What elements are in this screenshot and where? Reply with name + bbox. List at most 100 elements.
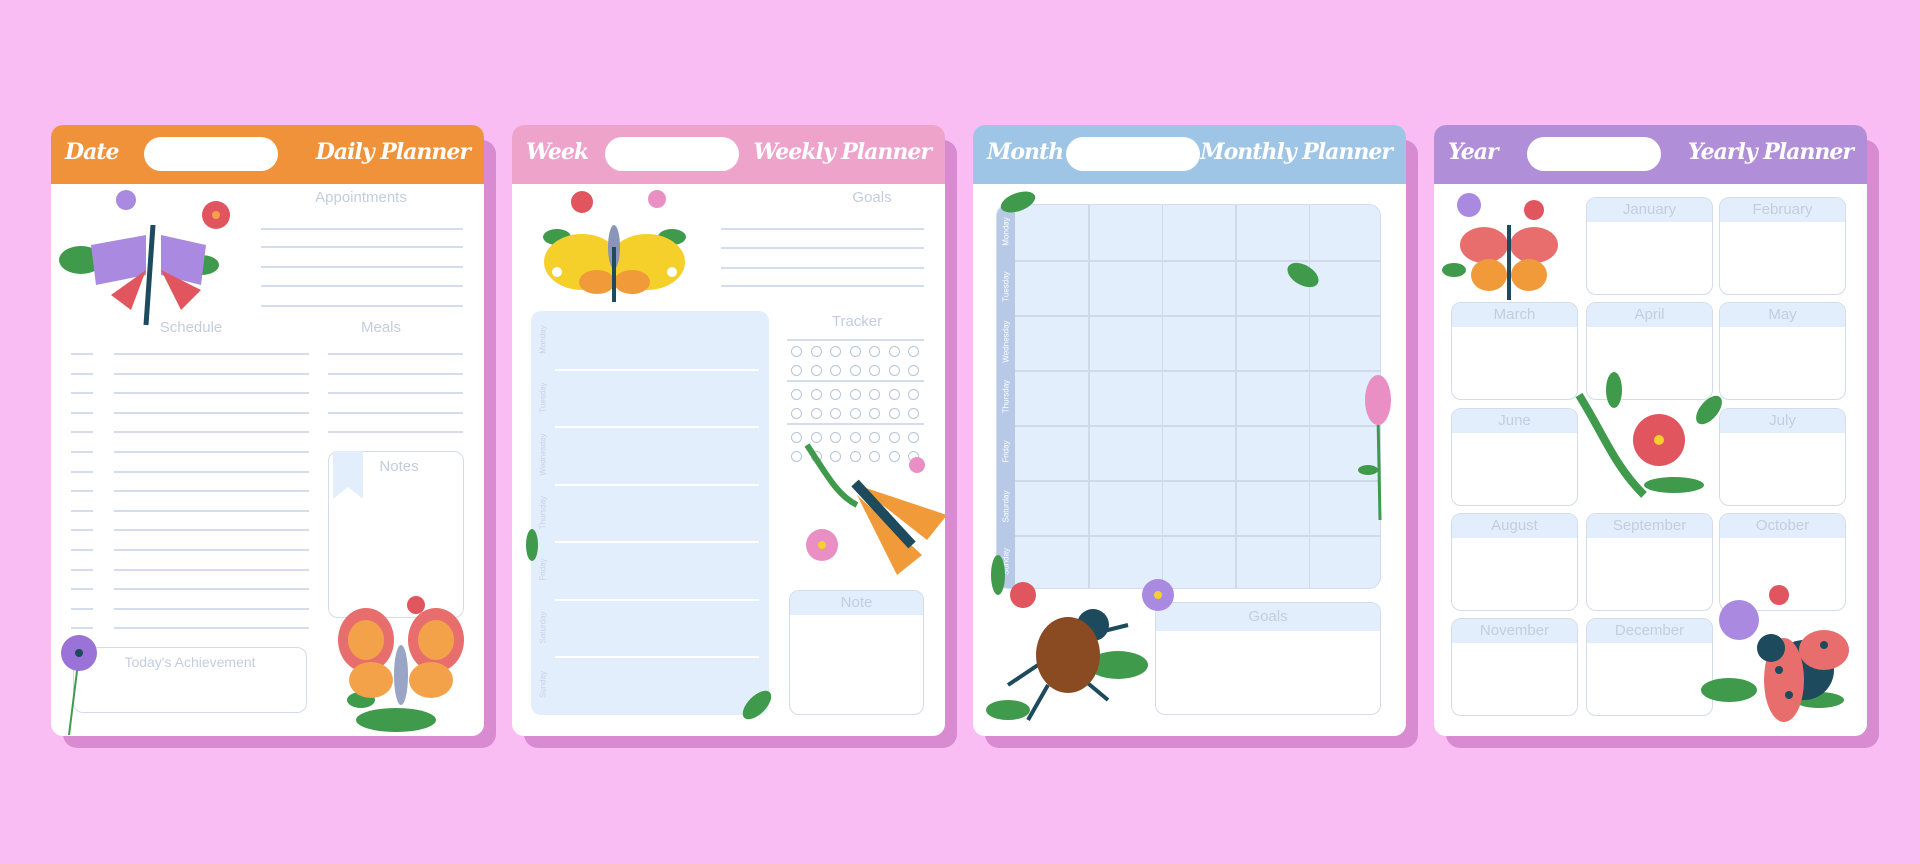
- schedule-line[interactable]: [114, 568, 309, 571]
- schedule-line[interactable]: [114, 549, 309, 551]
- tracker-checkbox[interactable]: [830, 365, 841, 376]
- tracker-checkbox[interactable]: [791, 408, 802, 419]
- schedule-line[interactable]: [114, 607, 309, 610]
- tracker-checkbox[interactable]: [849, 408, 861, 419]
- week-input[interactable]: [605, 137, 739, 171]
- month-box-november[interactable]: November: [1451, 618, 1578, 716]
- moth-illustration: [804, 443, 945, 575]
- month-box-june[interactable]: June: [1451, 408, 1578, 506]
- leaf-icon: [1287, 262, 1319, 288]
- month-box-february[interactable]: February: [1719, 197, 1846, 295]
- tracker-checkbox[interactable]: [810, 389, 822, 400]
- schedule-line[interactable]: [114, 509, 309, 512]
- schedule-line[interactable]: [114, 529, 309, 532]
- tracker-checkbox[interactable]: [869, 432, 880, 443]
- schedule-line[interactable]: [114, 627, 309, 630]
- tracker-checkbox[interactable]: [888, 408, 900, 419]
- month-box-may[interactable]: May: [1719, 302, 1846, 400]
- schedule-line[interactable]: [114, 353, 309, 355]
- monthly-goals-box[interactable]: Goals: [1155, 602, 1381, 715]
- tracker-checkbox[interactable]: [830, 432, 841, 443]
- weekly-days-panel[interactable]: Monday Tuesday Wednesday Thursday Friday Satu…: [531, 311, 769, 715]
- tracker-checkbox[interactable]: [908, 365, 919, 376]
- tracker-checkbox[interactable]: [791, 432, 802, 443]
- weekday-label: Saturday: [538, 610, 548, 644]
- month-name: October: [1720, 514, 1845, 538]
- tracker-checkbox[interactable]: [908, 408, 919, 419]
- tracker-checkbox[interactable]: [849, 365, 861, 376]
- tracker-checkbox[interactable]: [849, 389, 861, 400]
- goal-line[interactable]: [721, 247, 924, 249]
- day-divider: [555, 656, 759, 658]
- monthly-calendar-grid[interactable]: Monday Tuesday Wednesday Thursday Friday Satu…: [996, 204, 1381, 589]
- tracker-checkbox[interactable]: [908, 389, 919, 400]
- tracker-checkbox[interactable]: [810, 346, 822, 357]
- tracker-checkbox[interactable]: [830, 346, 841, 357]
- tracker-checkbox[interactable]: [791, 389, 802, 400]
- month-box-july[interactable]: July: [1719, 408, 1846, 506]
- tracker-checkbox[interactable]: [888, 365, 900, 376]
- day-divider: [555, 368, 759, 371]
- tracker-checkbox[interactable]: [869, 408, 880, 419]
- grid-column-line: [1088, 205, 1090, 588]
- schedule-line[interactable]: [114, 470, 309, 473]
- butterfly-flowers-illustration: [59, 190, 230, 326]
- goal-line[interactable]: [721, 285, 924, 287]
- schedule-line[interactable]: [114, 451, 309, 453]
- tracker-checkbox[interactable]: [810, 408, 822, 419]
- month-box-august[interactable]: August: [1451, 513, 1578, 611]
- tracker-checkbox[interactable]: [888, 389, 900, 400]
- time-slot-dash: [71, 549, 93, 551]
- tracker-checkbox[interactable]: [908, 432, 919, 443]
- schedule-line[interactable]: [114, 372, 309, 375]
- tracker-checkbox[interactable]: [830, 389, 841, 400]
- tracker-checkbox[interactable]: [830, 408, 841, 419]
- yearly-planner-card: Year Yearly Planner January February March…: [1434, 125, 1867, 736]
- tracker-checkbox[interactable]: [869, 389, 880, 400]
- daily-planner-card: Date Daily Planner Appointments Schedule…: [51, 125, 484, 736]
- tracker-checkbox[interactable]: [810, 365, 822, 376]
- appointment-line[interactable]: [261, 228, 463, 230]
- tracker-checkbox[interactable]: [888, 346, 900, 357]
- weekday-label: Sunday: [538, 670, 548, 699]
- meal-line[interactable]: [328, 431, 463, 434]
- schedule-line[interactable]: [114, 490, 309, 493]
- tracker-checkbox[interactable]: [869, 346, 880, 357]
- tracker-checkbox[interactable]: [869, 365, 880, 376]
- month-name: May: [1720, 303, 1845, 327]
- meal-line[interactable]: [328, 372, 463, 375]
- appointment-line[interactable]: [261, 305, 463, 307]
- tracker-checkbox[interactable]: [908, 346, 919, 357]
- tracker-heading: Tracker: [831, 313, 883, 330]
- goal-line[interactable]: [721, 267, 924, 269]
- schedule-line[interactable]: [114, 392, 309, 395]
- note-box[interactable]: Note: [789, 590, 924, 715]
- schedule-line[interactable]: [114, 431, 309, 434]
- tracker-checkbox[interactable]: [791, 365, 802, 376]
- tracker-checkbox[interactable]: [791, 346, 802, 357]
- meal-line[interactable]: [328, 392, 463, 395]
- tracker-checkbox[interactable]: [849, 346, 861, 357]
- date-input[interactable]: [144, 137, 278, 171]
- appointment-line[interactable]: [261, 246, 463, 248]
- grid-column-line: [1161, 205, 1164, 588]
- month-box-january[interactable]: January: [1586, 197, 1713, 295]
- tracker-checkbox[interactable]: [810, 432, 822, 443]
- appointment-line[interactable]: [261, 285, 463, 287]
- appointment-line[interactable]: [261, 266, 463, 268]
- goal-line[interactable]: [721, 228, 924, 230]
- tracker-checkbox[interactable]: [849, 432, 861, 443]
- tracker-checkbox[interactable]: [888, 432, 900, 443]
- year-input[interactable]: [1527, 137, 1661, 171]
- meal-line[interactable]: [328, 353, 463, 355]
- tulip-illustration: [1358, 375, 1391, 521]
- meal-line[interactable]: [328, 411, 463, 414]
- month-box-march[interactable]: March: [1451, 302, 1578, 400]
- month-input[interactable]: [1066, 137, 1200, 171]
- schedule-line[interactable]: [114, 411, 309, 414]
- grid-row-line: [1015, 480, 1380, 482]
- month-name: April: [1587, 303, 1712, 327]
- tracker-divider: [787, 380, 924, 382]
- daily-title: Daily Planner: [315, 139, 471, 165]
- schedule-line[interactable]: [114, 588, 309, 591]
